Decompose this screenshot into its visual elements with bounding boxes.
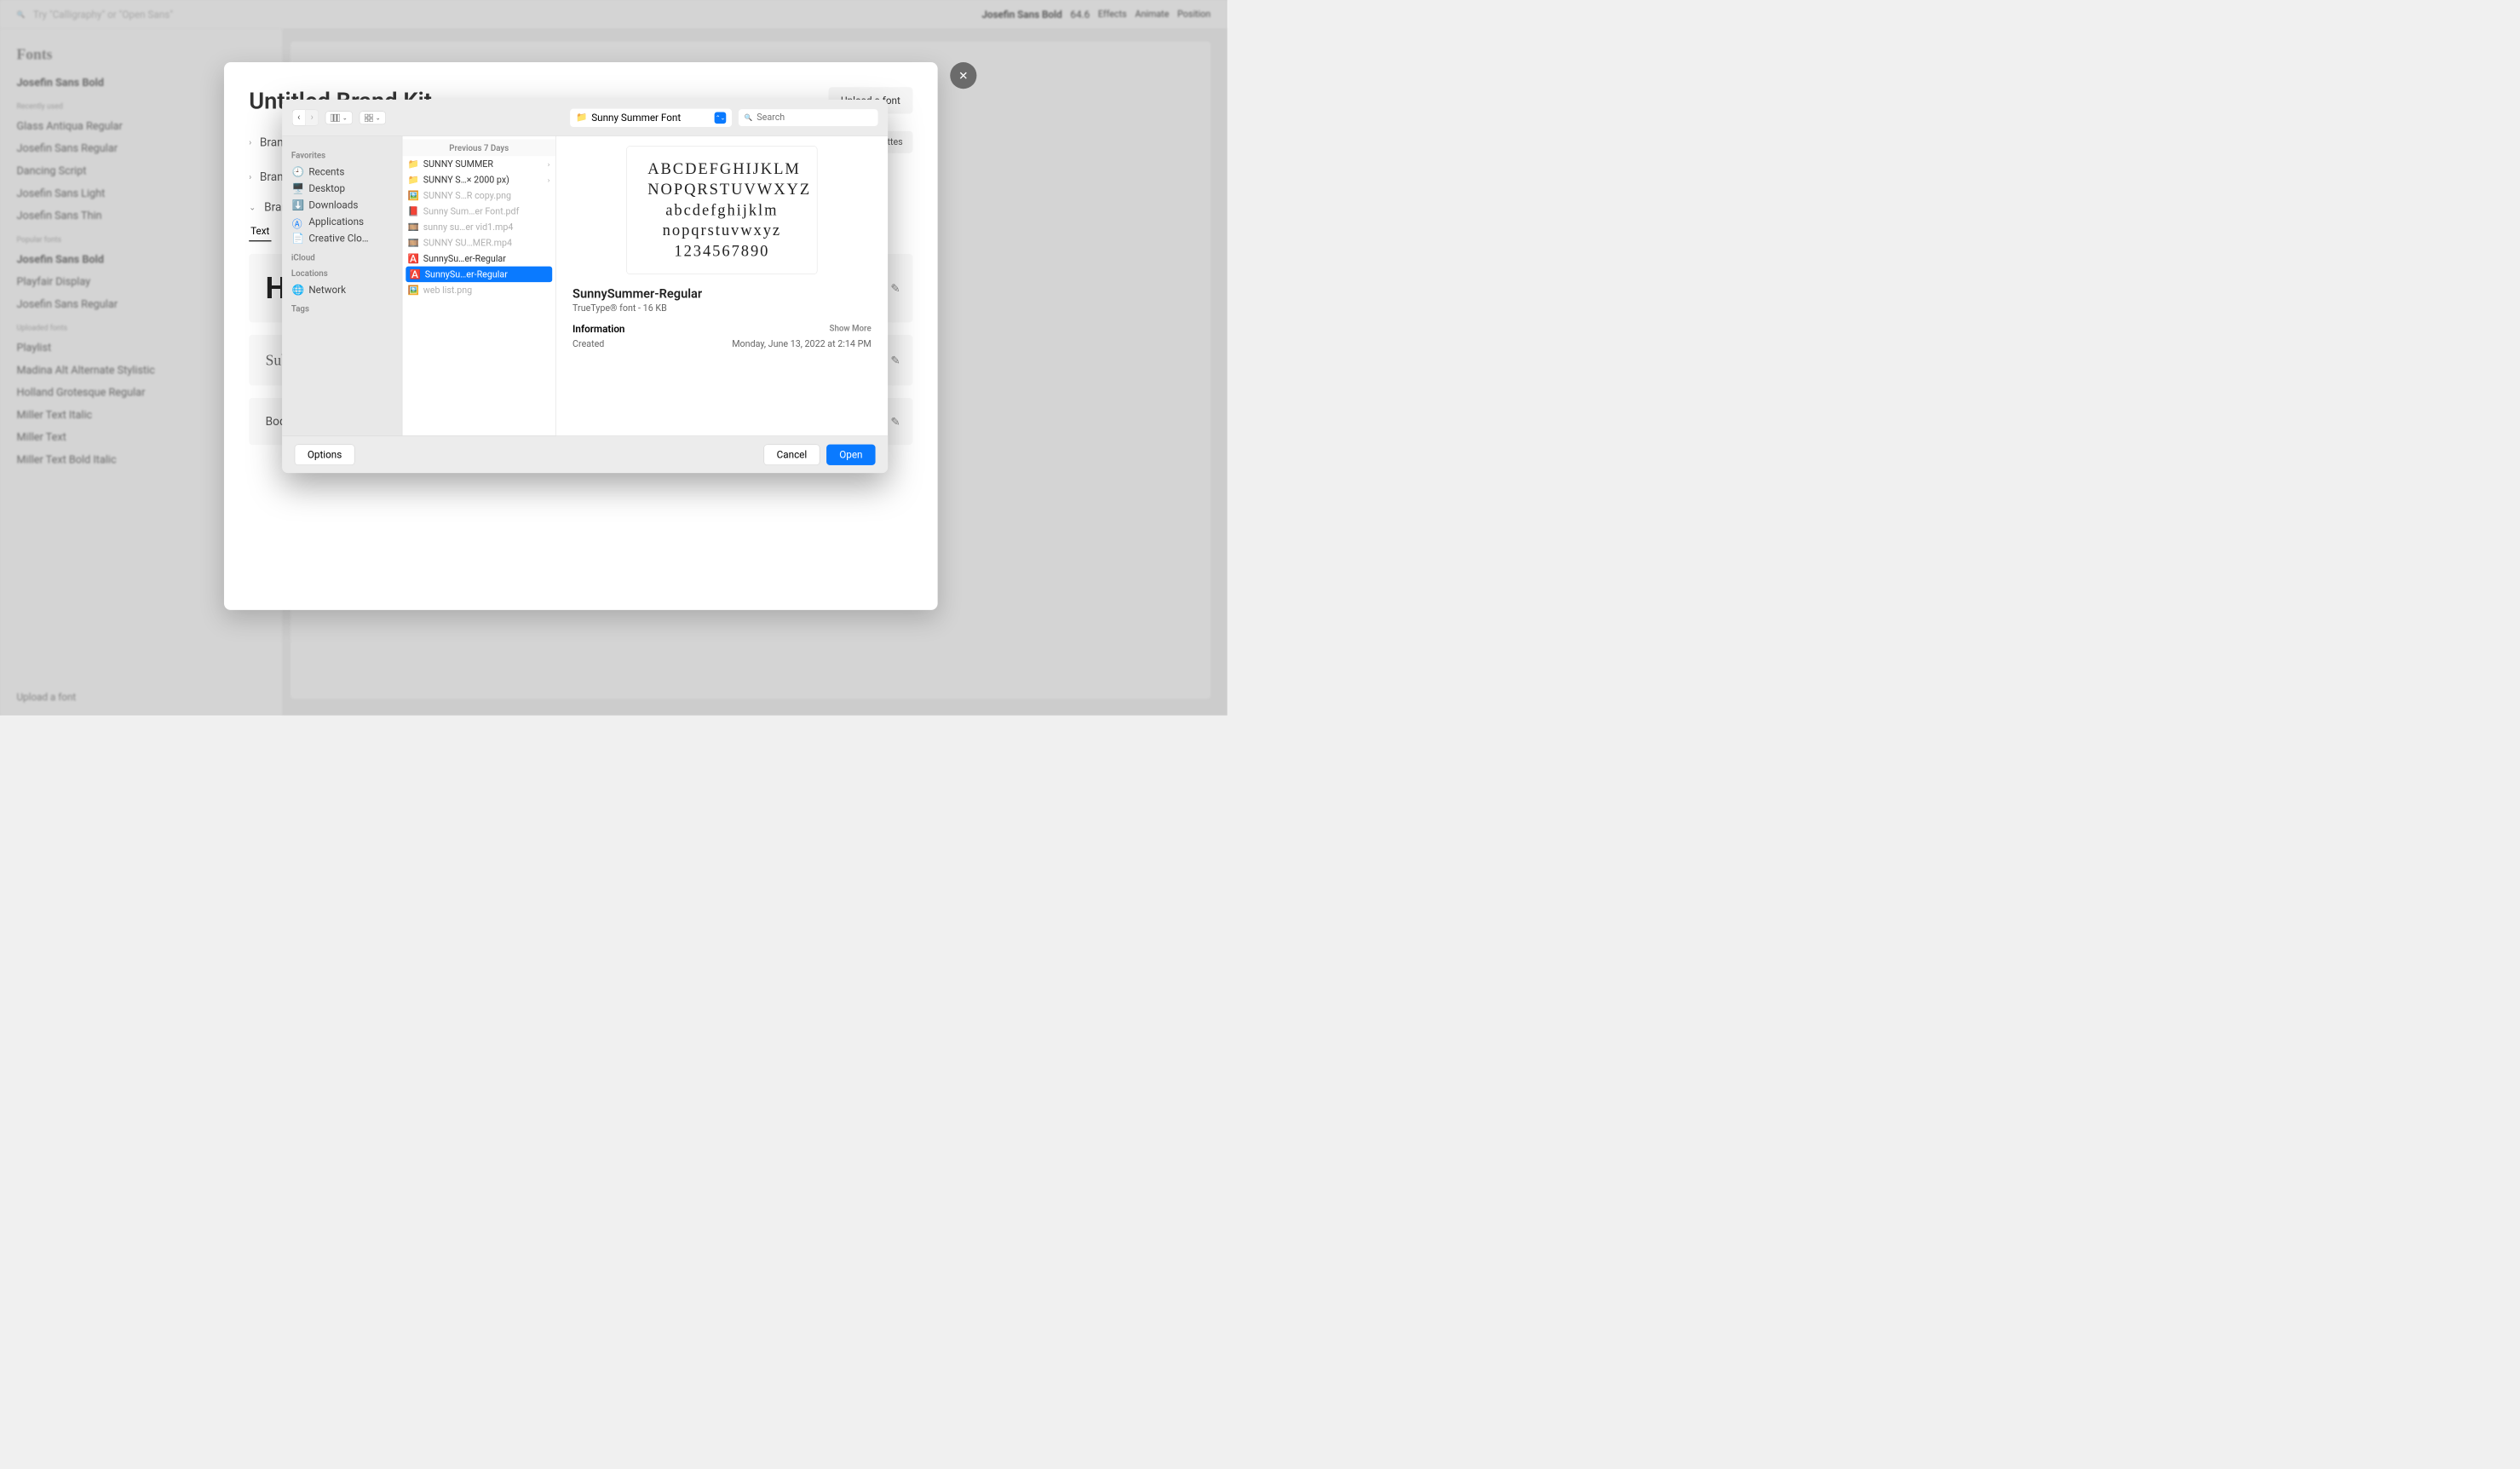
file-row[interactable]: 🎞️sunny su…er vid1.mp4 xyxy=(402,219,555,235)
chevron-down-icon: ⌄ xyxy=(376,114,381,121)
sidebar-item-network[interactable]: 🌐Network xyxy=(289,281,395,297)
folder-name: Sunny Summer Font xyxy=(591,112,681,124)
cancel-button[interactable]: Cancel xyxy=(764,444,820,464)
file-row[interactable]: 🖼️SUNNY S…R copy.png xyxy=(402,187,555,204)
file-row[interactable]: 🅰️SunnySu…er-Regular xyxy=(406,267,552,283)
file-row[interactable]: 📕Sunny Sum…er Font.pdf xyxy=(402,204,555,220)
preview-subtitle: TrueType® font - 16 KB xyxy=(572,302,872,313)
video-icon: 🎞️ xyxy=(408,238,419,249)
icloud-label: iCloud xyxy=(291,252,393,262)
finder-footer: Options Cancel Open xyxy=(282,435,888,473)
file-row[interactable]: 🅰️SunnySu…er-Regular xyxy=(402,251,555,267)
file-row[interactable]: 🎞️SUNNY SU…MER.mp4 xyxy=(402,235,555,251)
sidebar-item-desktop[interactable]: 🖥️Desktop xyxy=(289,180,395,196)
grid-icon xyxy=(365,114,373,122)
sidebar-item-recents[interactable]: 🕘Recents xyxy=(289,164,395,180)
preview-line: abcdefghijklm xyxy=(647,200,796,221)
column-header: Previous 7 Days xyxy=(402,140,555,156)
preview-pane: ABCDEFGHIJKLMNOPQRSTUVWXYZabcdefghijklmn… xyxy=(556,136,889,436)
preview-line: 1234567890 xyxy=(647,241,796,262)
show-more-button[interactable]: Show More xyxy=(830,323,872,333)
search-input[interactable] xyxy=(757,112,872,123)
chevron-right-icon: › xyxy=(249,137,251,147)
image-icon: 🖼️ xyxy=(408,190,419,201)
sidebar-item-creativeclo[interactable]: 📄Creative Clo… xyxy=(289,230,395,246)
folder-selector[interactable]: 📁 Sunny Summer Font ⌃⌄ xyxy=(570,108,732,126)
preview-line: nopqrstuvwxyz xyxy=(647,221,796,241)
sidebar-item-downloads[interactable]: ⬇️Downloads xyxy=(289,197,395,213)
folder-icon: 📁 xyxy=(576,112,587,123)
open-button[interactable]: Open xyxy=(826,444,875,464)
recents-icon: 🕘 xyxy=(292,166,304,178)
search-box[interactable]: 🔍 xyxy=(739,109,878,126)
preview-line: ABCDEFGHIJKLM xyxy=(647,159,796,180)
folder-icon: 📁 xyxy=(408,175,419,186)
locations-label: Locations xyxy=(291,268,393,279)
chevron-down-icon: ⌄ xyxy=(249,202,256,212)
chevron-left-icon: ‹ xyxy=(297,112,300,123)
file-row[interactable]: 📁SUNNY SUMMER› xyxy=(402,156,555,172)
file-picker-dialog: ‹ › ⌄ ⌄ 📁 Sunny Summer Font ⌃⌄ 🔍 Favorit… xyxy=(282,100,888,473)
pencil-icon[interactable]: ✎ xyxy=(890,281,900,295)
forward-button[interactable]: › xyxy=(305,110,319,126)
desktop-icon: 🖥️ xyxy=(292,182,304,194)
sidebar-item-applications[interactable]: ⒶApplications xyxy=(289,213,395,229)
pencil-icon[interactable]: ✎ xyxy=(890,415,900,429)
chevron-right-icon: › xyxy=(548,160,549,168)
nav-buttons: ‹ › xyxy=(292,110,319,126)
preview-line: NOPQRSTUVWXYZ xyxy=(647,180,796,200)
downloads-icon: ⬇️ xyxy=(292,199,304,211)
view-columns-button[interactable]: ⌄ xyxy=(325,111,353,124)
finder-sidebar: Favorites 🕘Recents🖥️Desktop⬇️DownloadsⒶA… xyxy=(282,136,402,436)
options-button[interactable]: Options xyxy=(295,444,355,464)
file-row[interactable]: 📁SUNNY S…× 2000 px)› xyxy=(402,172,555,188)
text-tab[interactable]: Text xyxy=(249,222,271,242)
chevron-right-icon: › xyxy=(311,112,314,123)
favorites-label: Favorites xyxy=(291,150,393,160)
info-label: Information Show More xyxy=(572,323,872,335)
view-grid-button[interactable]: ⌄ xyxy=(360,111,386,124)
close-button[interactable]: ✕ xyxy=(950,62,976,89)
chevron-right-icon: › xyxy=(548,176,549,183)
chevron-down-icon: ⌄ xyxy=(342,114,348,121)
file-column: Previous 7 Days 📁SUNNY SUMMER›📁SUNNY S…×… xyxy=(402,136,555,436)
updown-icon: ⌃⌄ xyxy=(715,112,727,124)
creative clo…-icon: 📄 xyxy=(292,233,304,245)
font-icon: 🅰️ xyxy=(410,269,421,280)
finder-toolbar: ‹ › ⌄ ⌄ 📁 Sunny Summer Font ⌃⌄ 🔍 xyxy=(282,100,888,136)
folder-icon: 📁 xyxy=(408,158,419,170)
close-icon: ✕ xyxy=(958,69,968,83)
columns-icon xyxy=(331,114,340,122)
back-button[interactable]: ‹ xyxy=(292,110,305,126)
tags-label: Tags xyxy=(291,303,393,314)
font-icon: 🅰️ xyxy=(408,253,419,264)
applications-icon: Ⓐ xyxy=(292,216,304,228)
created-value: Monday, June 13, 2022 at 2:14 PM xyxy=(732,339,871,349)
image-icon: 🖼️ xyxy=(408,285,419,296)
font-preview-image: ABCDEFGHIJKLMNOPQRSTUVWXYZabcdefghijklmn… xyxy=(626,146,817,274)
network-icon: 🌐 xyxy=(292,284,304,296)
search-icon: 🔍 xyxy=(745,113,753,121)
pencil-icon[interactable]: ✎ xyxy=(890,354,900,367)
file-row[interactable]: 🖼️web list.png xyxy=(402,282,555,298)
chevron-right-icon: › xyxy=(249,171,251,181)
pdf-icon: 📕 xyxy=(408,206,419,217)
created-row: Created Monday, June 13, 2022 at 2:14 PM xyxy=(572,339,872,349)
video-icon: 🎞️ xyxy=(408,222,419,233)
created-label: Created xyxy=(572,339,604,349)
preview-title: SunnySummer-Regular xyxy=(572,286,872,301)
